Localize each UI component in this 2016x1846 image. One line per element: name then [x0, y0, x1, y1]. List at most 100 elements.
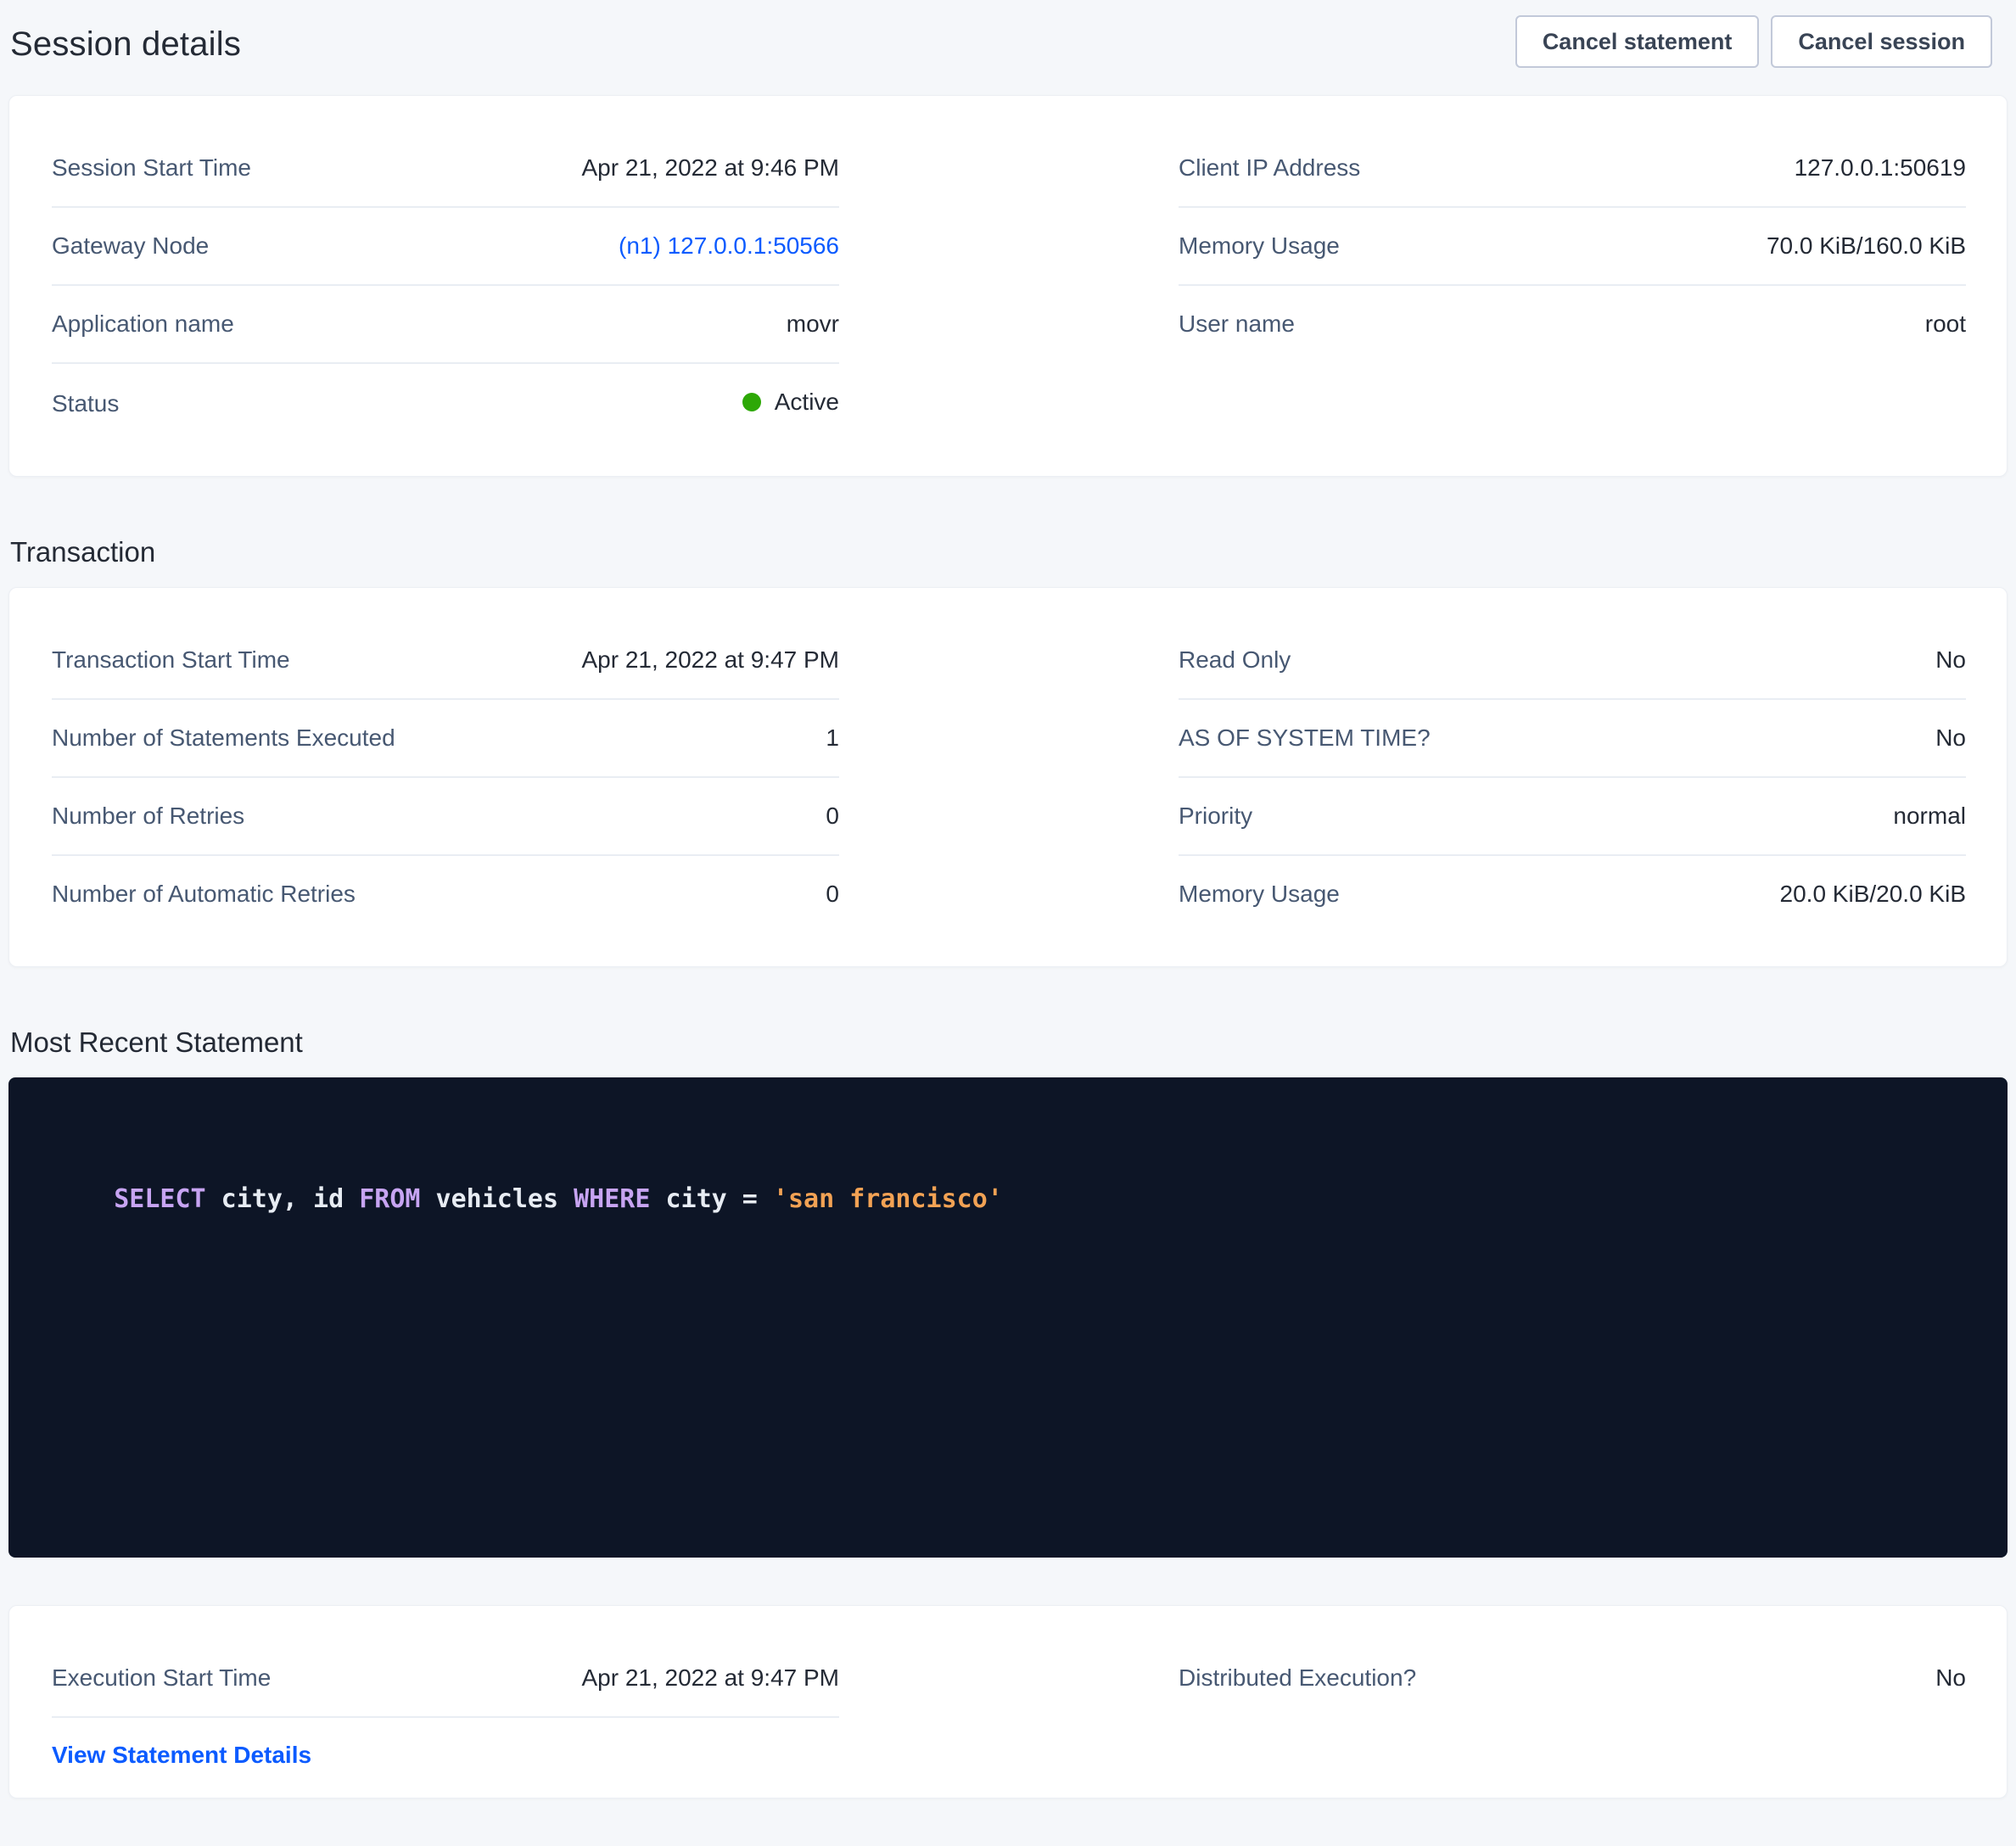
row-label: Memory Usage [1179, 880, 1340, 909]
most-recent-statement-heading: Most Recent Statement [10, 1026, 2016, 1059]
transaction-left-column: Transaction Start Time Apr 21, 2022 at 9… [52, 622, 839, 932]
sql-token: city = [650, 1184, 773, 1214]
sql-statement: SELECT city, id FROM vehicles WHERE city… [53, 1150, 1003, 1214]
summary-row: Number of Statements Executed 1 [52, 700, 839, 778]
summary-row: Number of Retries 0 [52, 778, 839, 856]
cancel-session-button[interactable]: Cancel session [1771, 15, 1992, 68]
execution-left-column: Execution Start Time Apr 21, 2022 at 9:4… [52, 1640, 839, 1776]
session-summary-left-column: Session Start Time Apr 21, 2022 at 9:46 … [52, 130, 839, 442]
summary-row: Memory Usage 20.0 KiB/20.0 KiB [1179, 856, 1966, 932]
row-value-text: No [1935, 646, 1966, 674]
row-label: Priority [1179, 802, 1252, 831]
view-statement-details-row: View Statement Details [52, 1718, 839, 1776]
summary-row: User name root [1179, 286, 1966, 362]
session-details-page: Session details Cancel statement Cancel … [0, 0, 2016, 1798]
row-value: Apr 21, 2022 at 9:47 PM [581, 1664, 839, 1692]
row-value-text: No [1935, 724, 1966, 752]
row-value-text: 0 [826, 880, 839, 909]
execution-card: Execution Start Time Apr 21, 2022 at 9:4… [8, 1605, 2008, 1798]
transaction-right-column: Read Only No AS OF SYSTEM TIME? No Prior… [1179, 622, 1966, 932]
row-value-text: normal [1893, 802, 1966, 831]
row-value-text: 127.0.0.1:50619 [1795, 154, 1966, 182]
row-value-text: root [1925, 310, 1966, 338]
row-value-text: Apr 21, 2022 at 9:46 PM [581, 154, 839, 182]
row-label: Transaction Start Time [52, 646, 290, 674]
row-label: Number of Statements Executed [52, 724, 395, 752]
execution-card-inner: Execution Start Time Apr 21, 2022 at 9:4… [9, 1606, 2007, 1798]
sql-token: 'san francisco' [773, 1184, 1003, 1214]
row-value: No [1935, 1664, 1966, 1692]
summary-row: Read Only No [1179, 622, 1966, 700]
row-value-text: 0 [826, 802, 839, 831]
row-label: Client IP Address [1179, 154, 1360, 182]
sql-token: city, id [206, 1184, 360, 1214]
row-label: Number of Automatic Retries [52, 880, 356, 909]
row-value: 0 [826, 802, 839, 831]
row-value-text: Apr 21, 2022 at 9:47 PM [581, 646, 839, 674]
transaction-card-inner: Transaction Start Time Apr 21, 2022 at 9… [9, 588, 2007, 966]
row-value: No [1935, 646, 1966, 674]
summary-row: Distributed Execution? No [1179, 1640, 1966, 1716]
header-actions: Cancel statement Cancel session [1515, 15, 1992, 68]
row-label: Application name [52, 310, 234, 338]
summary-row: Transaction Start Time Apr 21, 2022 at 9… [52, 622, 839, 700]
row-label: Memory Usage [1179, 232, 1340, 260]
summary-row: Gateway Node (n1) 127.0.0.1:50566 [52, 208, 839, 286]
row-value: 20.0 KiB/20.0 KiB [1780, 880, 1966, 909]
view-statement-details-link[interactable]: View Statement Details [52, 1742, 311, 1768]
page-header: Session details Cancel statement Cancel … [0, 0, 2016, 68]
summary-row: Priority normal [1179, 778, 1966, 856]
row-label: Session Start Time [52, 154, 251, 182]
page-title: Session details [10, 25, 241, 64]
summary-row: Memory Usage 70.0 KiB/160.0 KiB [1179, 208, 1966, 286]
row-value: No [1935, 724, 1966, 752]
row-value: 127.0.0.1:50619 [1795, 154, 1966, 182]
summary-row: Application name movr [52, 286, 839, 364]
transaction-card: Transaction Start Time Apr 21, 2022 at 9… [8, 587, 2008, 967]
row-value-text: No [1935, 1664, 1966, 1692]
sql-token: SELECT [114, 1184, 205, 1214]
row-value: normal [1893, 802, 1966, 831]
active-status-dot-icon [742, 393, 761, 411]
summary-row: Execution Start Time Apr 21, 2022 at 9:4… [52, 1640, 839, 1718]
row-value: root [1925, 310, 1966, 338]
row-label: Status [52, 389, 119, 418]
row-value: 0 [826, 880, 839, 909]
row-label: Number of Retries [52, 802, 244, 831]
row-value-text: 70.0 KiB/160.0 KiB [1767, 232, 1966, 260]
row-value: 1 [826, 724, 839, 752]
row-value: Active [742, 388, 839, 417]
session-summary-card-inner: Session Start Time Apr 21, 2022 at 9:46 … [9, 96, 2007, 476]
row-value: Apr 21, 2022 at 9:46 PM [581, 154, 839, 182]
row-value-text: movr [787, 310, 839, 338]
session-summary-right-column: Client IP Address 127.0.0.1:50619 Memory… [1179, 130, 1966, 442]
row-label: Read Only [1179, 646, 1291, 674]
row-value-text: 20.0 KiB/20.0 KiB [1780, 880, 1966, 909]
row-label: Gateway Node [52, 232, 209, 260]
cancel-statement-button[interactable]: Cancel statement [1515, 15, 1760, 68]
row-value-text: Active [775, 388, 839, 417]
summary-row: Client IP Address 127.0.0.1:50619 [1179, 130, 1966, 208]
row-value-text: 1 [826, 724, 839, 752]
row-label: Distributed Execution? [1179, 1664, 1416, 1692]
row-value: movr [787, 310, 839, 338]
execution-right-column: Distributed Execution? No [1179, 1640, 1966, 1776]
row-value-text: (n1) 127.0.0.1:50566 [619, 232, 839, 260]
summary-row: Session Start Time Apr 21, 2022 at 9:46 … [52, 130, 839, 208]
summary-row: AS OF SYSTEM TIME? No [1179, 700, 1966, 778]
sql-statement-box: SELECT city, id FROM vehicles WHERE city… [8, 1077, 2008, 1558]
row-value-text: Apr 21, 2022 at 9:47 PM [581, 1664, 839, 1692]
sql-token: WHERE [574, 1184, 650, 1214]
session-summary-card: Session Start Time Apr 21, 2022 at 9:46 … [8, 95, 2008, 477]
transaction-heading: Transaction [10, 536, 2016, 568]
row-label: User name [1179, 310, 1295, 338]
row-label: Execution Start Time [52, 1664, 271, 1692]
sql-token: FROM [359, 1184, 420, 1214]
row-label: AS OF SYSTEM TIME? [1179, 724, 1431, 752]
row-value: Apr 21, 2022 at 9:47 PM [581, 646, 839, 674]
summary-row: Status Active [52, 364, 839, 442]
summary-row: Number of Automatic Retries 0 [52, 856, 839, 932]
row-value: 70.0 KiB/160.0 KiB [1767, 232, 1966, 260]
gateway-node-link[interactable]: (n1) 127.0.0.1:50566 [619, 232, 839, 260]
sql-token: vehicles [421, 1184, 574, 1214]
